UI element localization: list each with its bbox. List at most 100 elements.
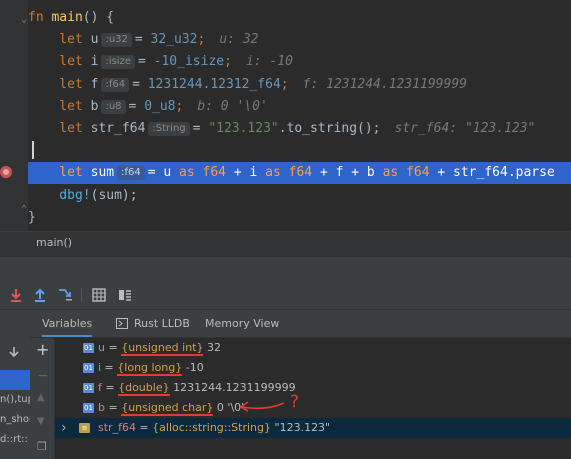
- inline-value: f: 1231244.1231199999: [302, 76, 467, 92]
- code-line[interactable]: dbg!(sum);: [28, 185, 571, 207]
- code-token: i: [90, 54, 99, 70]
- code-line[interactable]: let str_f64:String = "123.123".to_string(…: [28, 118, 571, 140]
- variable-type: {unsigned int}: [121, 341, 204, 356]
- code-token: fn: [28, 10, 52, 25]
- value-type-icon: 01: [83, 363, 94, 373]
- code-token: = u: [147, 165, 180, 181]
- step-out-icon[interactable]: [32, 287, 48, 303]
- remove-watch-icon[interactable]: −: [37, 368, 49, 384]
- code-line[interactable]: fn main() {: [28, 7, 571, 29]
- panel-divider[interactable]: [0, 256, 571, 282]
- variable-row[interactable]: 01 i = {long long} -10: [55, 358, 571, 378]
- code-token: ;: [224, 54, 232, 70]
- code-editor[interactable]: ⌄ ⌃ fn main() { let u:u32 = 32_u32; u: 32 …: [0, 0, 571, 231]
- variable-type: {unsigned char}: [121, 401, 214, 416]
- code-token: b: [90, 98, 99, 114]
- code-token: ;: [197, 32, 206, 48]
- run-to-cursor-icon[interactable]: [57, 287, 73, 303]
- debugger-tabs: Variables Rust LLDB Memory View: [30, 310, 571, 338]
- annotation-arrow: [239, 401, 285, 412]
- breakpoint-icon[interactable]: [0, 166, 12, 178]
- fold-icon[interactable]: ⌄: [21, 14, 27, 25]
- type-hint: :isize: [101, 55, 135, 70]
- code-line[interactable]: let sum:f64 = u as f64 + i as f64 + f + b…: [28, 162, 571, 185]
- console-icon: [116, 318, 128, 329]
- code-token: () {: [82, 10, 115, 25]
- value-type-icon: 01: [83, 383, 94, 393]
- variable-type: {alloc::string::String}: [152, 421, 272, 434]
- code-token: let: [28, 76, 91, 92]
- type-hint: :f64: [101, 77, 130, 92]
- type-hint: :u32: [101, 33, 132, 48]
- step-into-icon[interactable]: [8, 287, 24, 303]
- tab-rust-lldb[interactable]: Rust LLDB: [134, 310, 190, 337]
- code-token: + i: [226, 165, 266, 181]
- code-token: }: [28, 209, 36, 225]
- variable-row[interactable]: 01 b = {unsigned char} 0 '\0': [55, 398, 571, 418]
- code-token: as f64: [179, 165, 227, 181]
- type-hint: :String: [148, 122, 190, 136]
- fold-icon[interactable]: ⌃: [21, 204, 27, 215]
- code-line[interactable]: }: [28, 207, 571, 229]
- debug-toolbar: [0, 282, 571, 310]
- code-token: -10_isize: [153, 54, 225, 70]
- code-line[interactable]: let f:f64 = 1231244.12312_f64; f: 1231244.…: [28, 74, 571, 96]
- code-token: + str_f64.parse: [429, 165, 555, 181]
- tab-variables[interactable]: Variables: [42, 310, 93, 337]
- variables-toolbar: + − ▲ ▼ ❐: [30, 338, 55, 459]
- inline-value: i: -10: [245, 54, 293, 70]
- code-token: str_f64: [90, 121, 146, 136]
- frame-item[interactable]: n(),tup: [0, 390, 30, 410]
- duplicate-icon[interactable]: ❐: [37, 440, 47, 453]
- code-token: let: [28, 121, 91, 136]
- code-token: sum: [90, 165, 115, 181]
- debugger-panel: Variables Rust LLDB Memory View + − ▲ ▼ …: [30, 310, 571, 459]
- code-token: ;: [280, 76, 289, 92]
- frame-item[interactable]: n_shor: [0, 410, 30, 430]
- inline-value: u: 32: [219, 32, 259, 48]
- variable-row[interactable]: 01 u = {unsigned int} 32: [55, 338, 571, 358]
- code-token: =: [138, 54, 154, 70]
- code-line[interactable]: [28, 140, 571, 162]
- tab-memory-view[interactable]: Memory View: [205, 310, 279, 337]
- evaluate-expression-icon[interactable]: [91, 287, 107, 303]
- code-token: "123.123": [208, 121, 279, 136]
- variable-row[interactable]: 01 f = {double} 1231244.1231199999: [55, 378, 571, 398]
- code-token: =: [192, 121, 209, 136]
- move-down-icon[interactable]: ▼: [37, 416, 45, 427]
- variable-row[interactable]: › ≡ str_f64 = {alloc::string::String} "123…: [55, 418, 571, 438]
- code-token: main: [51, 10, 83, 25]
- code-line[interactable]: let i:isize = -10_isize; i: -10: [28, 51, 571, 73]
- code-token: u: [90, 32, 99, 48]
- variable-type: {double}: [118, 381, 170, 396]
- frame-item[interactable]: [0, 370, 30, 390]
- move-up-icon[interactable]: ▲: [37, 392, 45, 403]
- code-token: .to_string();: [278, 121, 381, 136]
- type-hint: :u8: [101, 99, 126, 114]
- frame-item[interactable]: d::rt::: [0, 430, 30, 450]
- add-watch-icon[interactable]: +: [36, 340, 49, 359]
- breadcrumb[interactable]: main(): [36, 236, 72, 249]
- code-line[interactable]: let b:u8 = 0_u8; b: 0 '\0': [28, 96, 571, 118]
- variable-value: 32: [203, 341, 221, 354]
- value-type-icon: 01: [83, 343, 94, 353]
- code-token: =: [128, 98, 145, 114]
- text-caret: [32, 141, 34, 159]
- code-token: =: [132, 76, 148, 92]
- type-hint: :f64: [117, 166, 145, 181]
- variable-name: str_f64: [98, 421, 136, 434]
- inline-value: str_f64: "123.123": [394, 121, 536, 136]
- code-token: let: [28, 98, 91, 114]
- toolbar-separator: [81, 288, 82, 302]
- editor-gutter[interactable]: [0, 0, 28, 231]
- variable-name: b: [98, 401, 105, 414]
- code-token: + f + b: [312, 165, 383, 181]
- expand-arrow-icon[interactable]: ›: [61, 418, 67, 438]
- code-line[interactable]: let u:u32 = 32_u32; u: 32: [28, 29, 571, 51]
- variable-name: u: [98, 341, 105, 354]
- code-token: let: [28, 165, 91, 181]
- variable-value: "123.123": [271, 421, 331, 434]
- arrow-down-icon[interactable]: [8, 346, 20, 358]
- code-token: 0_u8: [144, 98, 176, 114]
- trace-icon[interactable]: [117, 287, 133, 303]
